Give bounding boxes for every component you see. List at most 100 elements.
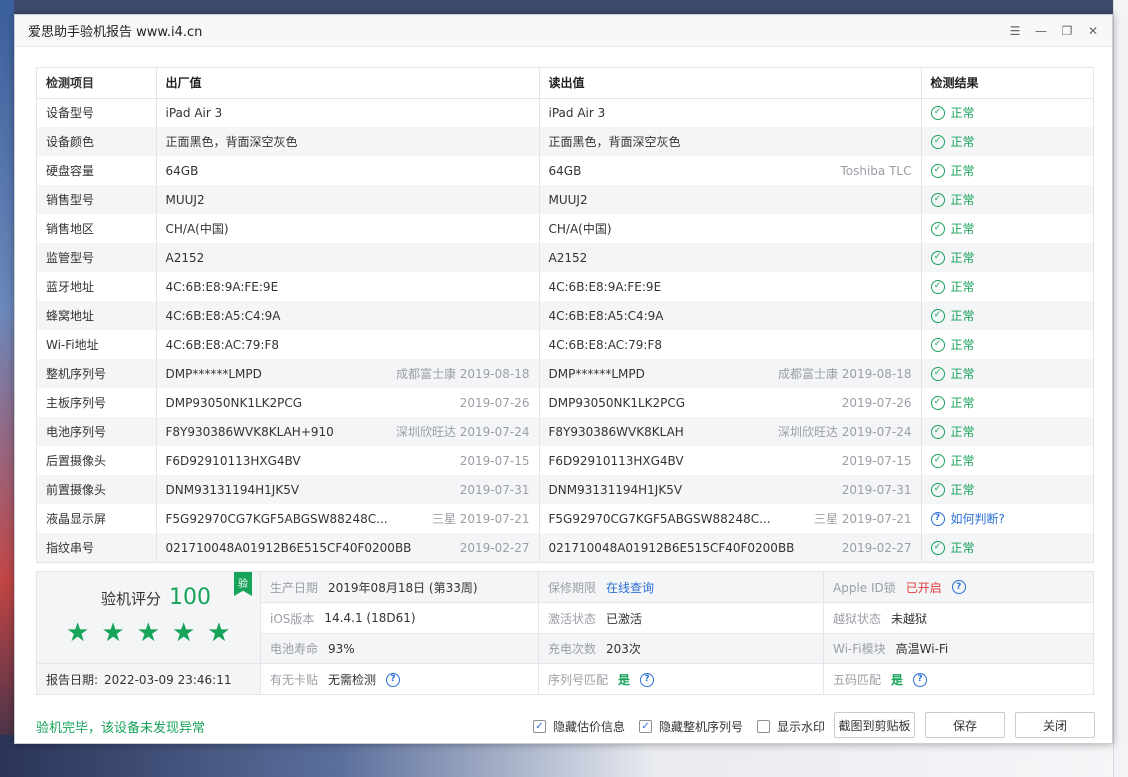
check-circle-icon: ✓ xyxy=(930,337,945,352)
read-value-cell: CH/A(中国) xyxy=(539,214,922,243)
factory-value-cell: 4C:6B:E8:AC:79:F8 xyxy=(156,330,540,359)
factory-value-cell: iPad Air 3 xyxy=(156,98,540,127)
row-item-label: 整机序列号 xyxy=(37,359,157,388)
row-item-label: 销售型号 xyxy=(37,185,157,214)
row-item-label: 电池序列号 xyxy=(37,417,157,446)
table-row: 销售型号 MUUJ2 MUUJ2 ✓ 正常 xyxy=(37,185,1093,214)
factory-note: 2019-07-26 xyxy=(459,395,530,410)
info-label: 电池寿命 xyxy=(270,642,319,656)
read-note: 2019-07-31 xyxy=(841,482,912,497)
titlebar: 爱思助手验机报告 www.i4.cn ☰ — ❐ ✕ xyxy=(15,15,1112,47)
device-info-grid: 生产日期 2019年08月18日 (第33周) 保修期限 在线查询 Apple ID锁已… xyxy=(261,572,1093,695)
result-cell[interactable]: ? 如何判断? xyxy=(921,504,1093,533)
info-value: 14.4.1 (18D61) xyxy=(324,611,416,625)
menu-icon[interactable]: ☰ xyxy=(1002,18,1028,44)
info-value: 93% xyxy=(328,641,355,656)
copy-screenshot-button[interactable]: 截图到剪贴板 xyxy=(834,712,915,738)
factory-value-cell: CH/A(中国) xyxy=(156,214,540,243)
factory-value: 4C:6B:E8:AC:79:F8 xyxy=(165,337,280,352)
minimize-icon[interactable]: — xyxy=(1028,18,1054,44)
result-cell: ✓ 正常 xyxy=(921,330,1093,359)
score-value: 100 xyxy=(169,585,212,610)
factory-value-cell: F5G92970CG7KGF5ABGSW88248C... 三星 2019-07-… xyxy=(156,504,540,533)
info-label: 序列号匹配 xyxy=(548,673,609,687)
option-checkbox[interactable]: ✓ 隐藏估价信息 xyxy=(533,718,625,735)
info-value: 203次 xyxy=(606,642,641,656)
info-label: Wi-Fi模块 xyxy=(833,642,886,656)
read-value-cell: iPad Air 3 xyxy=(539,98,922,127)
table-row: 蓝牙地址 4C:6B:E8:9A:FE:9E 4C:6B:E8:9A:FE:9E ✓ 正… xyxy=(37,272,1093,301)
info-cell: 充电次数 203次 xyxy=(539,634,824,664)
check-circle-icon: ✓ xyxy=(930,540,945,555)
factory-value: CH/A(中国) xyxy=(165,222,229,236)
factory-note: 深圳欣旺达 2019-07-24 xyxy=(395,425,530,439)
option-checkbox[interactable]: 显示水印 xyxy=(757,718,825,735)
read-value: 4C:6B:E8:AC:79:F8 xyxy=(548,337,663,352)
factory-note: 三星 2019-07-21 xyxy=(431,512,530,526)
read-value-cell: 4C:6B:E8:9A:FE:9E xyxy=(539,272,922,301)
help-icon[interactable]: ? xyxy=(640,672,655,687)
read-value: MUUJ2 xyxy=(548,192,588,207)
table-row: 销售地区 CH/A(中国) CH/A(中国) ✓ 正常 xyxy=(37,214,1093,243)
result-cell: ✓ 正常 xyxy=(921,533,1093,562)
score-box: 验机评分 100 验 ★ ★ ★ ★ ★ 报告日期: 2022-03-09 23:46:… xyxy=(37,572,261,694)
result-cell: ✓ 正常 xyxy=(921,272,1093,301)
factory-value: DMP93050NK1LK2PCG xyxy=(165,395,303,410)
info-label: 保修期限 xyxy=(548,580,597,595)
result-cell: ✓ 正常 xyxy=(921,359,1093,388)
info-value: 已开启 xyxy=(905,580,942,595)
desktop-background-left xyxy=(0,0,14,777)
result-cell: ✓ 正常 xyxy=(921,156,1093,185)
factory-value: iPad Air 3 xyxy=(165,105,223,120)
report-date: 报告日期: 2022-03-09 23:46:11 xyxy=(37,664,260,695)
save-button[interactable]: 保存 xyxy=(925,712,1005,738)
table-row: 电池序列号 F8Y930386WVK8KLAH+910 深圳欣旺达 2019-07-… xyxy=(37,417,1093,446)
factory-note: 成都富士康 2019-08-18 xyxy=(395,367,530,381)
info-value: 是 xyxy=(891,673,904,687)
checkbox-checked[interactable]: ✓ xyxy=(639,719,653,733)
check-circle-icon: ✓ xyxy=(930,163,945,178)
row-item-label: 设备颜色 xyxy=(37,127,157,156)
help-icon[interactable]: ? xyxy=(913,672,928,687)
warranty-query-link[interactable]: 在线查询 xyxy=(606,579,654,596)
result-text: 正常 xyxy=(950,193,975,207)
checkbox-unchecked[interactable] xyxy=(757,719,771,733)
result-cell: ✓ 正常 xyxy=(921,214,1093,243)
read-value-cell: F6D92910113HXG4BV 2019-07-15 xyxy=(539,446,922,475)
close-button[interactable]: 关闭 xyxy=(1015,712,1095,738)
factory-value-cell: DMP******LMPD 成都富士康 2019-08-18 xyxy=(156,359,540,388)
read-value-cell: MUUJ2 xyxy=(539,185,922,214)
option-label: 显示水印 xyxy=(777,719,826,734)
table-row: 前置摄像头 DNM93131194H1JK5V 2019-07-31 DNM93131… xyxy=(37,475,1093,504)
info-label: 充电次数 xyxy=(548,642,597,656)
close-icon[interactable]: ✕ xyxy=(1080,18,1106,44)
help-icon[interactable]: ? xyxy=(386,672,401,687)
info-cell: 激活状态 已激活 xyxy=(539,603,824,634)
restore-icon[interactable]: ❐ xyxy=(1054,18,1080,44)
factory-value-cell: DMP93050NK1LK2PCG 2019-07-26 xyxy=(156,388,540,417)
read-value: 64GB xyxy=(548,163,582,178)
read-note: 三星 2019-07-21 xyxy=(813,512,912,526)
star-icon: ★ xyxy=(101,618,125,648)
checkbox-checked[interactable]: ✓ xyxy=(533,719,546,733)
star-icon: ★ xyxy=(136,618,160,648)
how-to-judge-link[interactable]: 如何判断? xyxy=(951,510,1005,527)
factory-value-cell: F6D92910113HXG4BV 2019-07-15 xyxy=(156,446,540,475)
help-icon[interactable]: ? xyxy=(951,580,966,594)
read-value-cell: 4C:6B:E8:AC:79:F8 xyxy=(539,330,922,359)
info-label: 越狱状态 xyxy=(833,611,882,626)
factory-value: F6D92910113HXG4BV xyxy=(165,453,301,468)
factory-value: A2152 xyxy=(165,250,205,265)
info-value: 2019年08月18日 (第33周) xyxy=(328,580,478,595)
option-label: 隐藏估价信息 xyxy=(553,719,626,734)
option-checkboxes: ✓ 隐藏估价信息 ✓ 隐藏整机序列号 显示水印 xyxy=(533,712,825,740)
row-item-label: 蓝牙地址 xyxy=(37,272,157,301)
question-circle-icon[interactable]: ? xyxy=(930,511,945,526)
option-checkbox[interactable]: ✓ 隐藏整机序列号 xyxy=(639,718,743,735)
result-cell: ✓ 正常 xyxy=(921,98,1093,127)
row-item-label: 蜂窝地址 xyxy=(37,301,157,330)
table-row: 蜂窝地址 4C:6B:E8:A5:C4:9A 4C:6B:E8:A5:C4:9A ✓ 正… xyxy=(37,301,1093,330)
factory-value-cell: 64GB xyxy=(156,156,540,185)
table-row: 液晶显示屏 F5G92970CG7KGF5ABGSW88248C... 三星 201… xyxy=(37,504,1093,533)
check-circle-icon: ✓ xyxy=(930,308,945,323)
